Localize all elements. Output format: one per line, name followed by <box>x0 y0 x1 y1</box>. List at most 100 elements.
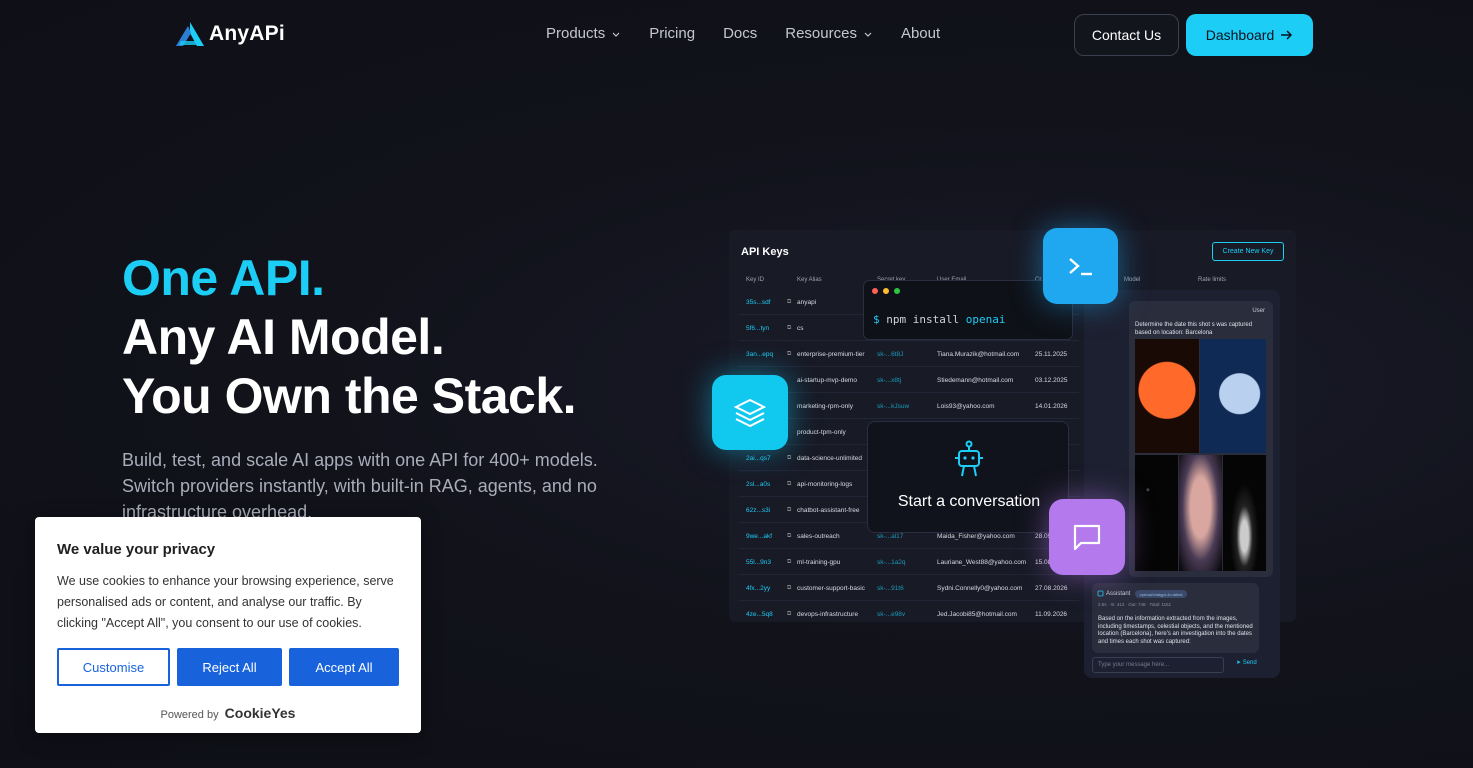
cell-date: 03.12.2025 <box>1035 377 1068 384</box>
copy-icon[interactable]: ⧉ <box>787 299 791 306</box>
table-row[interactable]: 55l...9n3 ml-training-gpu sk-...1a2q Lauria… <box>739 551 1079 575</box>
copy-icon[interactable]: ⧉ <box>787 507 791 514</box>
cell-alias: devops-infrastructure <box>797 611 859 618</box>
terminal-prompt: $ <box>873 313 880 326</box>
layers-tile <box>712 375 788 450</box>
cell-id: 62z...s3i <box>746 507 771 514</box>
close-dot-icon <box>872 288 878 294</box>
cell-secret: sk-...e98v <box>877 611 906 618</box>
customise-button[interactable]: Customise <box>57 648 170 686</box>
nav-pricing[interactable]: Pricing <box>649 25 695 42</box>
cell-email: Maida_Fisher@yahoo.com <box>937 533 1015 540</box>
nav-resources-label: Resources <box>785 25 857 42</box>
hero-description: Build, test, and scale AI apps with one … <box>122 450 598 522</box>
accept-all-button[interactable]: Accept All <box>289 648 399 686</box>
cell-alias: sales-outreach <box>797 533 840 540</box>
panel-title: API Keys <box>741 246 789 258</box>
cell-alias: enterprise-premium-tier <box>797 351 865 358</box>
nav-docs-label: Docs <box>723 25 758 42</box>
table-row[interactable]: 4ze...5q8 devops-infrastructure sk-...e98v… <box>739 603 1079 622</box>
cell-alias: customer-support-basic <box>797 585 865 592</box>
model-badge: openai/chatgpt-4o-latest <box>1135 590 1187 598</box>
robot-icon <box>955 440 983 477</box>
terminal-cmd-arg: openai <box>965 313 1006 326</box>
hero-title-line2: Any AI Model. <box>122 309 445 365</box>
copy-icon[interactable]: ⧉ <box>787 585 791 592</box>
cell-id: 9we...akf <box>746 533 773 540</box>
copy-icon[interactable]: ⧉ <box>787 455 791 462</box>
cell-secret: sk-...91t6 <box>877 585 904 592</box>
table-row[interactable]: ai-startup-mvp-demo sk-...x8tj Stiedemann@… <box>739 369 1079 393</box>
arrow-right-icon <box>1281 30 1293 40</box>
copy-icon[interactable]: ⧉ <box>787 481 791 488</box>
create-new-key-button[interactable]: Create New Key <box>1212 242 1284 261</box>
reject-all-button[interactable]: Reject All <box>177 648 282 686</box>
chat-bubble-icon <box>1073 524 1101 551</box>
dashboard-label: Dashboard <box>1205 27 1275 43</box>
nav-products[interactable]: Products <box>546 25 621 42</box>
hero-title-line3: You Own the Stack. <box>122 368 577 424</box>
cell-secret: sk-...1a2q <box>877 559 906 566</box>
cell-date: 27.08.2026 <box>1035 585 1068 592</box>
cell-email: Sydni.Connelly0@yahoo.com <box>937 585 1023 592</box>
nebula-image <box>1179 455 1222 571</box>
send-button[interactable]: ➤ Send <box>1236 659 1257 666</box>
sun-image <box>1135 339 1199 453</box>
assistant-stats: 2.5s · In: 413 · Out: 748 · Total: 1161 <box>1098 602 1172 607</box>
cell-date: 25.11.2025 <box>1035 351 1068 358</box>
galaxy-image <box>1223 455 1266 571</box>
moon-image <box>1200 339 1266 453</box>
cell-email: Lois93@yahoo.com <box>937 403 995 410</box>
table-row[interactable]: 3an...epq enterprise-premium-tier sk-...6t… <box>739 343 1079 367</box>
maximize-dot-icon <box>894 288 900 294</box>
nav-products-label: Products <box>546 25 606 42</box>
cell-alias: product-tpm-only <box>797 429 846 436</box>
nav-about-label: About <box>900 25 941 42</box>
cell-secret: sk-...x8tj <box>877 377 902 384</box>
cell-id: 2sl...a0s <box>746 481 771 488</box>
hero-title-line1: One API. <box>122 250 325 306</box>
powered-by-label: Powered by <box>160 709 219 721</box>
chat-input[interactable]: Type your message here... <box>1092 657 1224 673</box>
cookie-title: We value your privacy <box>57 541 216 558</box>
cookie-text: We use cookies to enhance your browsing … <box>57 574 394 630</box>
cookieyes-logo[interactable]: CookieYes <box>225 705 296 721</box>
brand-name: AnyAPi <box>209 22 285 45</box>
cell-alias: data-science-unlimited <box>797 455 863 462</box>
cookie-banner: We value your privacy We use cookies to … <box>35 517 421 733</box>
copy-icon[interactable]: ⧉ <box>787 351 791 358</box>
th-key-id: Key ID <box>746 277 765 283</box>
dashboard-button[interactable]: Dashboard <box>1186 14 1313 56</box>
terminal-command: $ npm install openai <box>873 313 1005 326</box>
th-rate-limits: Rate limits <box>1198 277 1227 283</box>
brand-logo[interactable]: AnyAPi <box>175 21 285 47</box>
copy-icon[interactable]: ⧉ <box>787 611 791 618</box>
chat-tile <box>1049 499 1125 575</box>
nav-resources[interactable]: Resources <box>785 25 873 42</box>
assistant-message-card: Assistant openai/chatgpt-4o-latest 2.5s … <box>1092 583 1259 653</box>
conversation-card: Start a conversation <box>867 421 1069 533</box>
table-row[interactable]: 4fx...2yy customer-support-basic sk-...91t… <box>739 577 1079 601</box>
anyapi-logo-icon <box>176 22 204 46</box>
copy-icon[interactable]: ⧉ <box>787 533 791 540</box>
user-question: Determine the date this shot s was captu… <box>1135 322 1253 336</box>
copy-icon[interactable]: ⧉ <box>787 559 791 566</box>
table-row[interactable]: marketing-rpm-only sk-...kJsuw Lois93@yaho… <box>739 395 1079 419</box>
chevron-down-icon <box>864 32 872 37</box>
start-conversation-text: Start a conversation <box>897 493 1041 510</box>
nav-about[interactable]: About <box>901 25 940 42</box>
minimize-dot-icon <box>883 288 889 294</box>
cell-email: Stiedemann@hotmail.com <box>937 377 1014 384</box>
cell-alias: ai-startup-mvp-demo <box>797 377 857 384</box>
cell-id: 4fx...2yy <box>746 585 771 592</box>
contact-us-button[interactable]: Contact Us <box>1074 14 1179 56</box>
powered-by: Powered by CookieYes <box>35 705 421 721</box>
cell-email: Lauriane_West88@yahoo.com <box>937 559 1027 566</box>
cell-id: 3an...epq <box>746 351 774 358</box>
assistant-label: Assistant <box>1106 591 1131 597</box>
cell-secret: sk-...al17 <box>877 533 904 540</box>
terminal-tile <box>1043 228 1118 304</box>
nav-docs[interactable]: Docs <box>723 25 757 42</box>
cell-alias: api-monitoring-logs <box>797 481 853 488</box>
copy-icon[interactable]: ⧉ <box>787 325 791 332</box>
